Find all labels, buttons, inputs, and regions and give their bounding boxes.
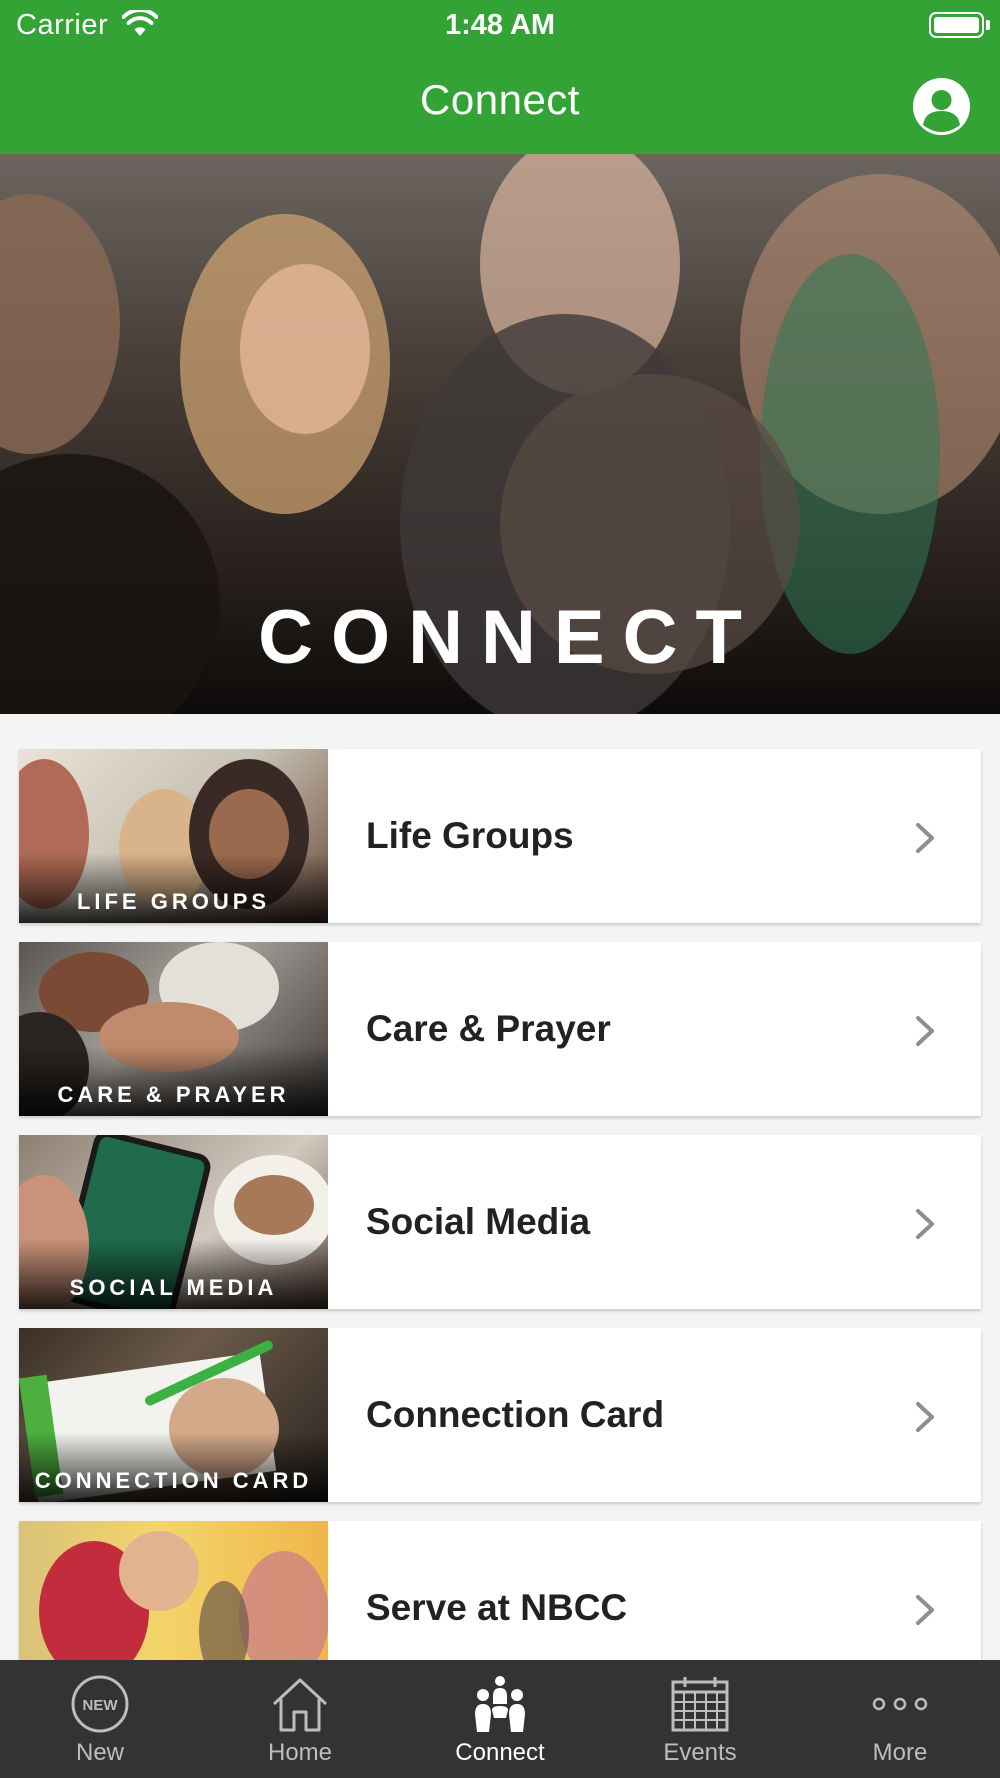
user-circle-icon bbox=[913, 78, 970, 135]
battery-tip bbox=[986, 20, 990, 30]
life-groups-thumbnail: LIFE GROUPS bbox=[19, 749, 328, 923]
tab-bar: NEW New Home Connect Events More bbox=[0, 1660, 1000, 1778]
hero-title: CONNECT bbox=[258, 595, 760, 680]
people-group-icon bbox=[475, 1676, 525, 1732]
social-media-thumbnail: SOCIAL MEDIA bbox=[19, 1135, 328, 1309]
thumb-caption: SOCIAL MEDIA bbox=[69, 1275, 278, 1300]
list-item-care-prayer[interactable]: CARE & PRAYER Care & Prayer bbox=[19, 942, 981, 1116]
list-item-label: Life Groups bbox=[366, 815, 574, 856]
list-item-connection-card[interactable]: CONNECTION CARD Connection Card bbox=[19, 1328, 981, 1502]
hero-photo-figure bbox=[0, 194, 120, 454]
list-item-label: Care & Prayer bbox=[366, 1008, 611, 1049]
list-item-label: Connection Card bbox=[366, 1394, 665, 1435]
page-title: Connect bbox=[420, 76, 580, 123]
chevron-right-icon bbox=[916, 1402, 934, 1432]
thumb-caption: LIFE GROUPS bbox=[76, 889, 271, 914]
tab-label: More bbox=[872, 1739, 928, 1766]
tab-connect[interactable]: Connect bbox=[400, 1660, 600, 1778]
status-bar: Carrier 1:48 AM bbox=[0, 0, 1000, 52]
hero-photo-figure bbox=[240, 264, 370, 434]
more-dots-icon bbox=[872, 1697, 928, 1711]
status-time: 1:48 AM bbox=[444, 9, 556, 41]
care-prayer-thumbnail: CARE & PRAYER bbox=[19, 942, 328, 1116]
chevron-right-icon bbox=[916, 1016, 934, 1046]
connection-card-thumbnail: CONNECTION CARD bbox=[19, 1328, 328, 1502]
battery-icon bbox=[929, 12, 984, 38]
list-item-life-groups[interactable]: LIFE GROUPS Life Groups bbox=[19, 749, 981, 923]
list-item-label: Social Media bbox=[366, 1201, 591, 1242]
list-item-social-media[interactable]: SOCIAL MEDIA Social Media bbox=[19, 1135, 981, 1309]
svg-text:NEW: NEW bbox=[83, 1697, 119, 1714]
chevron-right-icon bbox=[916, 1209, 934, 1239]
calendar-icon bbox=[671, 1677, 729, 1732]
tab-more[interactable]: More bbox=[800, 1660, 1000, 1778]
thumb-caption: CARE & PRAYER bbox=[57, 1082, 290, 1107]
thumb-caption: CONNECTION CARD bbox=[34, 1468, 313, 1493]
hero-banner[interactable]: CONNECT bbox=[0, 154, 1000, 714]
top-bar: Carrier 1:48 AM Connect bbox=[0, 0, 1000, 154]
chevron-right-icon bbox=[916, 1595, 934, 1625]
tab-label: New bbox=[75, 1739, 124, 1766]
tab-events[interactable]: Events bbox=[600, 1660, 800, 1778]
tab-label: Events bbox=[663, 1739, 737, 1766]
tab-label: Connect bbox=[455, 1739, 545, 1766]
tab-home[interactable]: Home bbox=[200, 1660, 400, 1778]
thumb-photo-shape bbox=[119, 1531, 199, 1611]
thumb-photo-shape bbox=[234, 1175, 314, 1235]
tab-label: Home bbox=[267, 1739, 333, 1766]
profile-button[interactable] bbox=[913, 78, 970, 135]
home-icon bbox=[272, 1678, 328, 1732]
new-badge-icon: NEW bbox=[71, 1675, 129, 1733]
tab-new[interactable]: NEW New bbox=[0, 1660, 200, 1778]
chevron-right-icon bbox=[916, 823, 934, 853]
